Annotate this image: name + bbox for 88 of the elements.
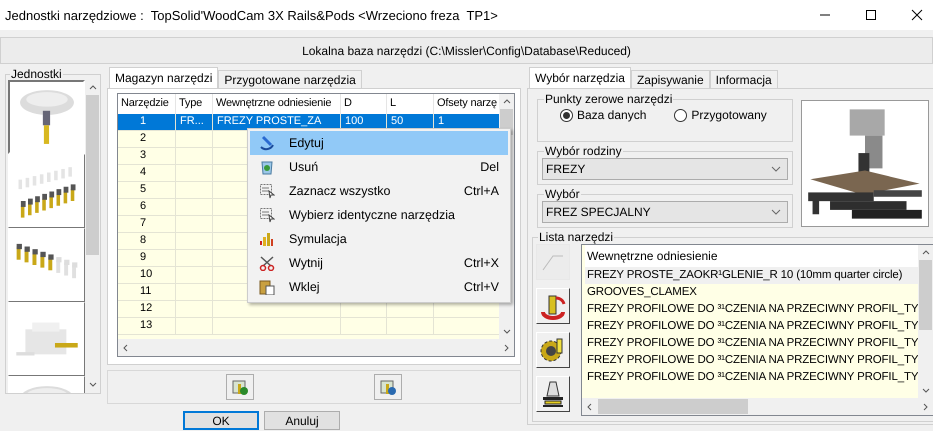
scrollbar[interactable]	[118, 339, 514, 356]
cancel-button[interactable]: Anuluj	[264, 411, 340, 430]
scroll-right-icon[interactable]	[923, 402, 930, 410]
list-item[interactable]: GROOVES_CLAMEX	[585, 284, 918, 301]
trash-icon	[259, 159, 275, 175]
scroll-down-icon[interactable]	[922, 388, 930, 394]
group-label: Wybór	[544, 187, 581, 201]
chevron-down-icon	[771, 209, 781, 215]
tool-remove-button[interactable]	[374, 374, 402, 400]
table-cell: 7	[118, 216, 176, 233]
table-cell: 11	[118, 284, 176, 301]
window-title: Jednostki narzędziowe : TopSolid'WoodCam 3X Rails&Pods <Wrzeciono freza TP1>	[5, 8, 499, 22]
scroll-left-icon[interactable]	[586, 402, 592, 410]
tab[interactable]: Przygotowane narzędzia	[218, 70, 362, 88]
table-cell: 12	[118, 301, 176, 318]
scrollbar[interactable]	[918, 245, 933, 398]
paste-icon	[259, 279, 275, 295]
menu-item[interactable]: Edytuj	[250, 131, 508, 155]
radio-option[interactable]: Baza danych	[560, 108, 646, 122]
list-item[interactable]: FREZY PROFILOWE DO ³¹CZENIA NA PRZECIWNY PROFIL_TY	[585, 335, 918, 352]
table-cell: FR...	[176, 114, 213, 131]
table-cell: 6	[118, 199, 176, 216]
tool-add-button[interactable]	[226, 374, 254, 400]
radio-button[interactable]	[560, 108, 573, 122]
radio-label: Baza danych	[577, 108, 646, 122]
column-header[interactable]: Wewnętrzne odniesienie	[585, 245, 918, 267]
chevron-down-icon	[771, 166, 781, 172]
tab[interactable]: Wybór narzędzia	[529, 67, 631, 88]
table-cell	[176, 301, 213, 318]
family-dropdown[interactable]: FREZY	[542, 158, 788, 180]
scroll-thumb[interactable]	[598, 399, 748, 414]
scroll-down-icon[interactable]	[88, 382, 96, 388]
table-cell: 4	[118, 165, 176, 182]
radio-label: Przygotowany	[691, 108, 767, 122]
tab[interactable]: Magazyn narzędzi	[109, 67, 218, 88]
scroll-thumb[interactable]	[86, 95, 99, 255]
scroll-left-icon[interactable]	[122, 344, 128, 352]
selection-icon	[259, 183, 275, 199]
table-cell: 2	[118, 131, 176, 148]
tool-holder-icon	[231, 378, 249, 396]
tab[interactable]: Informacja	[710, 70, 778, 88]
table-cell: 3	[118, 148, 176, 165]
menu-item[interactable]: Symulacja	[250, 227, 508, 251]
radio-option[interactable]: Przygotowany	[674, 108, 767, 122]
scroll-right-icon[interactable]	[504, 344, 510, 352]
list-item[interactable]: FREZY PROSTE_ZAOKR¹GLENIE_R 10 (10mm quarter circle)	[585, 267, 918, 284]
scroll-thumb[interactable]	[919, 260, 932, 330]
selection-dropdown[interactable]: FREZ SPECJALNY	[542, 201, 788, 223]
thumbnail[interactable]	[8, 80, 85, 154]
radio-button[interactable]	[674, 108, 688, 122]
scroll-up-icon[interactable]	[88, 84, 96, 90]
group-label: Jednostki	[10, 68, 63, 80]
scroll-down-icon[interactable]	[502, 329, 510, 335]
table-cell: 9	[118, 250, 176, 267]
table-cell: 13	[118, 318, 176, 335]
menu-item[interactable]: Wklej Ctrl+V	[250, 275, 508, 299]
close-icon[interactable]	[911, 9, 923, 21]
scissors-icon	[259, 255, 275, 271]
scroll-up-icon[interactable]	[502, 98, 510, 104]
menu-item[interactable]: Wytnij Ctrl+X	[250, 251, 508, 275]
menu-item[interactable]: Wybierz identyczne narzędzia	[250, 203, 508, 227]
chart-icon	[259, 231, 275, 247]
group-label: Lista narzędzi	[538, 230, 614, 244]
scroll-up-icon[interactable]	[922, 249, 930, 255]
table-cell: 8	[118, 233, 176, 250]
table-cell: 10	[118, 267, 176, 284]
edit-icon	[259, 135, 275, 151]
table-cell	[176, 318, 213, 335]
database-path-bar: Lokalna baza narzędzi (C:\Missler\Config\Database\Reduced)	[0, 37, 933, 64]
table-cell	[387, 318, 434, 335]
table-cell: 5	[118, 182, 176, 199]
list-item[interactable]: FREZY PROFILOWE DO ³¹CZENIA NA PRZECIWNY PROFIL_TY	[585, 352, 918, 369]
tool-holder-icon	[379, 378, 397, 396]
ok-button[interactable]: OK	[183, 411, 259, 430]
list-item[interactable]: FREZY PROFILOWE DO ³¹CZENIA NA PRZECIWNY PROFIL_TY	[585, 301, 918, 318]
list-item[interactable]: FREZY PROFILOWE DO ³¹CZENIA NA PRZECIWNY PROFIL_TY	[585, 369, 918, 386]
group-label: Punkty zerowe narzędzi	[544, 92, 674, 106]
table-cell: 1	[118, 114, 176, 131]
tab[interactable]: Zapisywanie	[630, 70, 710, 88]
selection-icon	[259, 207, 275, 223]
group-label: Wybór rodziny	[544, 144, 623, 158]
scrollbar[interactable]	[582, 398, 933, 415]
menu-item[interactable]: Usuń Del	[250, 155, 508, 179]
maximize-icon[interactable]	[865, 9, 877, 21]
table-cell	[341, 318, 387, 335]
tool-holder-icon	[540, 380, 566, 408]
menu-item[interactable]: Zaznacz wszystko Ctrl+A	[250, 179, 508, 203]
list-item[interactable]: FREZY PROFILOWE DO ³¹CZENIA NA PRZECIWNY PROFIL_TY	[585, 318, 918, 335]
